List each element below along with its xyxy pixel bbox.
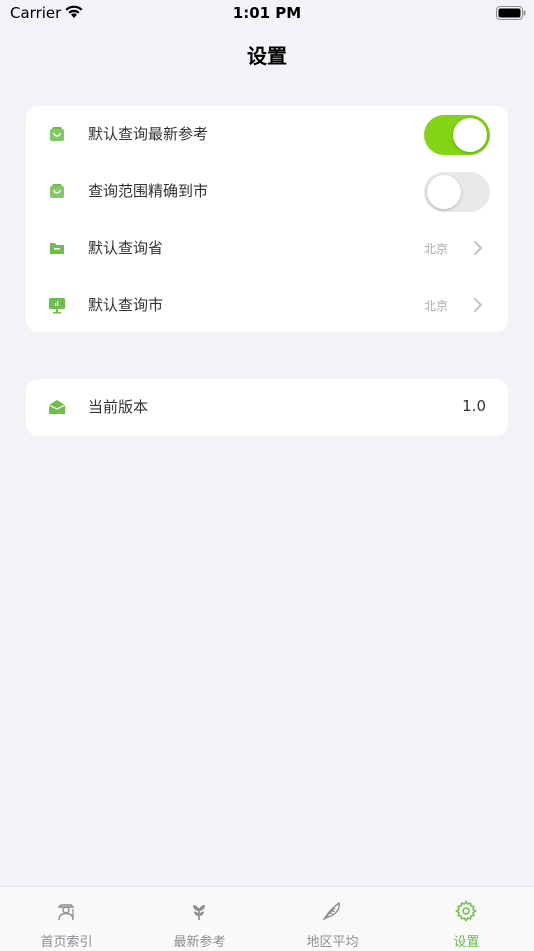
tab-label: 设置 bbox=[453, 935, 480, 950]
setting-label: 默认查询市 bbox=[88, 296, 164, 314]
bag-icon bbox=[48, 182, 66, 200]
tab-settings[interactable]: 设置 bbox=[400, 887, 533, 951]
toggle-knob bbox=[427, 175, 461, 209]
folder-icon bbox=[48, 239, 66, 257]
setting-label: 查询范围精确到市 bbox=[88, 182, 209, 200]
chevron-right-icon bbox=[472, 239, 484, 257]
setting-row-default-latest: 默认查询最新参考 bbox=[26, 106, 508, 162]
tab-label: 首页索引 bbox=[40, 935, 93, 950]
tab-bar: 首页索引 最新参考 地区平均 设置 bbox=[0, 886, 534, 951]
gear-icon bbox=[454, 899, 478, 923]
farmer-icon bbox=[54, 899, 78, 923]
setting-row-default-city[interactable]: 默认查询市 北京 bbox=[26, 277, 508, 332]
tab-regional-average[interactable]: 地区平均 bbox=[266, 887, 399, 951]
chevron-right-icon bbox=[472, 296, 484, 314]
setting-row-default-province[interactable]: 默认查询省 北京 bbox=[26, 220, 508, 276]
sprout-icon bbox=[187, 899, 211, 923]
city-value: 北京 bbox=[423, 299, 448, 313]
tab-home-index[interactable]: 首页索引 bbox=[0, 887, 133, 951]
clock: 1:01 PM bbox=[232, 4, 302, 22]
setting-row-precise-city: 查询范围精确到市 bbox=[26, 163, 508, 219]
settings-card: 默认查询最新参考 查询范围精确到市 默认查询省 北京 默认查询市 北京 bbox=[26, 106, 508, 332]
status-bar: Carrier 1:01 PM bbox=[0, 0, 534, 28]
tab-label: 地区平均 bbox=[306, 935, 359, 950]
precise-city-toggle[interactable] bbox=[424, 172, 490, 212]
version-label: 当前版本 bbox=[88, 398, 149, 416]
version-row: 当前版本 1.0 bbox=[26, 379, 508, 435]
monitor-chart-icon bbox=[48, 296, 66, 314]
setting-label: 默认查询最新参考 bbox=[88, 125, 209, 143]
toggle-knob bbox=[453, 118, 487, 152]
version-card: 当前版本 1.0 bbox=[26, 379, 508, 436]
tab-latest-reference[interactable]: 最新参考 bbox=[133, 887, 266, 951]
setting-label: 默认查询省 bbox=[88, 239, 164, 257]
feather-icon bbox=[320, 899, 344, 923]
version-value: 1.0 bbox=[462, 397, 486, 415]
battery-icon bbox=[496, 5, 526, 24]
page-title: 设置 bbox=[247, 44, 287, 68]
bag-icon bbox=[48, 125, 66, 143]
province-value: 北京 bbox=[423, 242, 448, 256]
mail-icon bbox=[48, 398, 66, 416]
default-latest-toggle[interactable] bbox=[424, 115, 490, 155]
tab-label: 最新参考 bbox=[173, 935, 226, 950]
